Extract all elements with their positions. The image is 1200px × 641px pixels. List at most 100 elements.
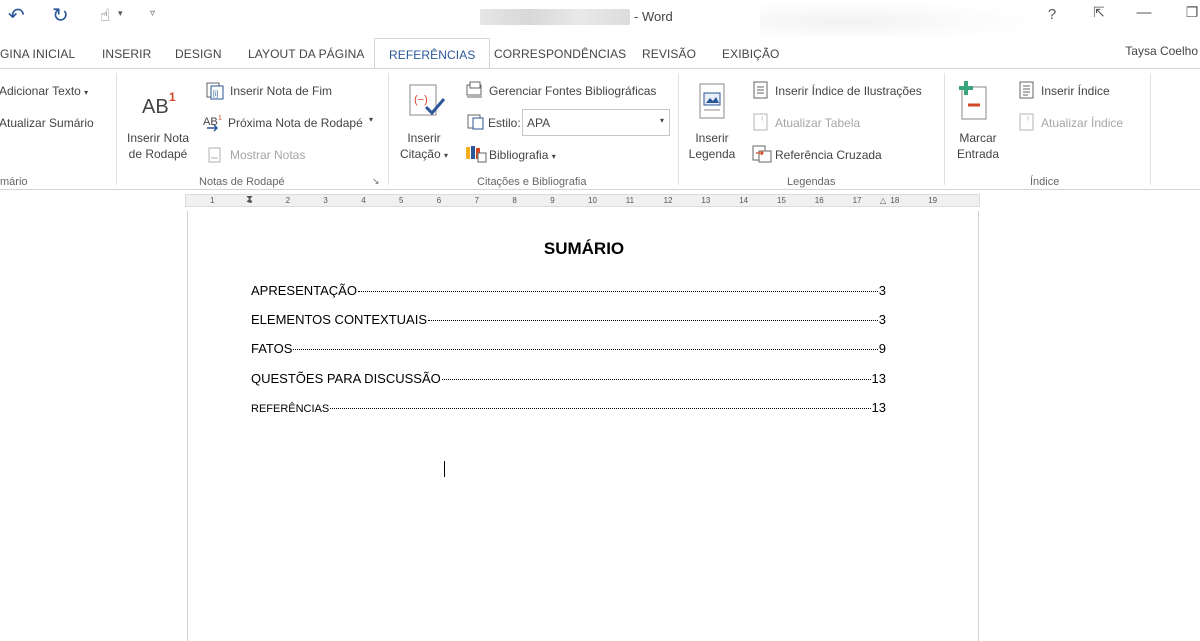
toc-entry[interactable]: QUESTÕES PARA DISCUSSÃO 13 [251,371,886,389]
insert-table-of-figures-button[interactable]: Inserir Índice de Ilustrações [775,84,922,98]
update-table-button[interactable]: Atualizar Tabela [775,116,860,130]
ruler-number: 7 [474,196,480,205]
touch-mode-arrow-icon[interactable]: ▾ [118,8,123,19]
mark-entry-label-1: Marcar [959,131,997,145]
add-text-button[interactable]: Adicionar Texto ▾ [0,84,88,98]
tab-revisao[interactable]: REVISÃO [642,47,696,61]
help-button[interactable]: ? [1040,6,1064,23]
toc-entry[interactable]: REFERÊNCIAS 13 [251,400,886,418]
ruler-area: 1 1 2 3 4 5 6 7 8 9 10 11 12 13 14 15 16 17 18 19 ⧗ △ [0,191,1200,211]
group-separator [678,73,679,185]
cross-reference-button[interactable]: Referência Cruzada [775,148,882,162]
update-index-button[interactable]: Atualizar Índice [1041,116,1123,130]
show-notes-icon [208,147,222,168]
style-icon [467,114,485,135]
svg-text:[i]: [i] [213,91,219,98]
group-label-indice: Índice [1030,176,1060,188]
toc-leader [441,379,871,380]
ruler-number: 14 [739,196,749,205]
tab-exibicao[interactable]: EXIBIÇÃO [722,47,779,61]
restore-button[interactable]: ❐ [1180,4,1200,21]
insert-caption-button[interactable]: Inserir Legenda [684,131,740,161]
tab-pagina-inicial[interactable]: GINA INICIAL [0,47,75,61]
ruler-number: 3 [323,196,328,205]
dropdown-arrow-icon: ▾ [84,88,89,97]
bibliography-icon [465,145,487,168]
insert-citation-label-2: Citação [399,147,441,161]
redo-icon[interactable]: ↻ [52,6,69,26]
svg-text:1: 1 [218,115,222,122]
user-name[interactable]: Taysa Coelho [1125,44,1198,58]
undo-icon[interactable]: ↶ [8,6,25,26]
group-label-citacoes: Citações e Bibliografia [477,176,587,188]
tab-inserir[interactable]: INSERIR [102,47,151,61]
right-indent-marker-icon[interactable]: △ [880,196,886,205]
dropdown-arrow-icon: ▾ [551,152,556,161]
text-cursor [444,461,445,477]
group-label-notas: Notas de Rodapé [199,176,285,188]
mark-entry-label-2: Entrada [956,147,1000,161]
toc-entry[interactable]: FATOS 9 [251,341,886,359]
ruler-number: 11 [625,196,635,205]
next-footnote-button[interactable]: Próxima Nota de Rodapé [228,116,363,130]
insert-endnote-button[interactable]: Inserir Nota de Fim [230,84,332,98]
show-notes-button[interactable]: Mostrar Notas [230,148,305,162]
insert-footnote-label-1: Inserir Nota [126,131,190,145]
update-toc-button[interactable]: Atualizar Sumário [0,116,94,130]
toc-entry[interactable]: APRESENTAÇÃO 3 [251,283,886,301]
next-footnote-dropdown-icon[interactable]: ▾ [369,115,373,124]
tab-design[interactable]: DESIGN [175,47,222,61]
insert-caption-icon [698,83,728,126]
insert-endnote-icon: [i] [206,82,226,105]
tab-correspondencias[interactable]: CORRESPONDÊNCIAS [494,47,626,61]
tab-referencias[interactable]: REFERÊNCIAS [374,38,491,69]
toc-entry-label: FATOS [251,341,293,356]
update-index-icon: ! [1019,113,1035,136]
insert-index-icon [1019,81,1035,104]
touch-mode-icon[interactable]: ☝ [100,6,110,26]
svg-text:!: ! [761,115,763,124]
bibliography-button[interactable]: Bibliografia ▾ [489,148,556,162]
ruler-number: 17 [852,196,862,205]
insert-footnote-button[interactable]: Inserir Nota de Rodapé [122,131,194,161]
customize-qat-icon[interactable]: ▿ [150,8,155,19]
insert-citation-label-2-wrap: Citação ▾ [394,147,454,161]
toc-entry-label: ELEMENTOS CONTEXTUAIS [251,312,428,327]
toc-entry-label: REFERÊNCIAS [251,403,330,415]
mark-entry-icon [956,79,992,126]
ruler-number: 18 [890,196,900,205]
ruler-number: 8 [512,196,517,205]
minimize-button[interactable]: — [1132,4,1156,21]
svg-text:!: ! [1027,115,1029,124]
dropdown-arrow-icon: ▾ [444,151,449,160]
manage-sources-icon [465,81,485,104]
toc-leader [357,291,878,292]
group-label-legendas: Legendas [787,176,836,188]
style-select[interactable]: APA ▾ [522,109,670,136]
ruler-number: 12 [663,196,673,205]
insert-footnote-icon: AB 1 [140,89,180,124]
window-title: - Word [634,9,673,24]
next-footnote-icon: AB 1 [203,113,227,138]
toc-entry-page: 3 [878,283,886,298]
svg-text:AB: AB [142,96,169,118]
insert-citation-button[interactable]: Inserir Citação ▾ [394,131,454,161]
dialog-launcher-icon[interactable]: ↘ [372,176,380,187]
group-label-sumario: mário [0,176,28,188]
insert-index-button[interactable]: Inserir Índice [1041,84,1110,98]
toc-heading: SUMÁRIO [543,239,625,258]
document-page[interactable]: SUMÁRIO APRESENTAÇÃO 3 ELEMENTOS CONTEXT… [187,211,979,641]
horizontal-ruler[interactable]: 1 1 2 3 4 5 6 7 8 9 10 11 12 13 14 15 16 17 18 19 ⧗ △ [185,194,980,207]
group-separator [388,73,389,185]
toc-entry[interactable]: ELEMENTOS CONTEXTUAIS 3 [251,312,886,330]
indent-marker-icon[interactable]: ⧗ [246,194,253,205]
toc-entry-page: 3 [878,312,886,327]
insert-caption-label-1: Inserir [695,131,729,145]
ribbon-display-options-button[interactable]: ⇱ [1087,4,1111,21]
toc-entry-label: QUESTÕES PARA DISCUSSÃO [251,371,441,386]
mark-entry-button[interactable]: Marcar Entrada [950,131,1006,161]
manage-sources-button[interactable]: Gerenciar Fontes Bibliográficas [489,84,656,98]
tab-layout-da-pagina[interactable]: LAYOUT DA PÁGINA [248,47,365,61]
toc-entry-page: 9 [878,341,886,356]
toc-entry-label: APRESENTAÇÃO [251,283,357,298]
